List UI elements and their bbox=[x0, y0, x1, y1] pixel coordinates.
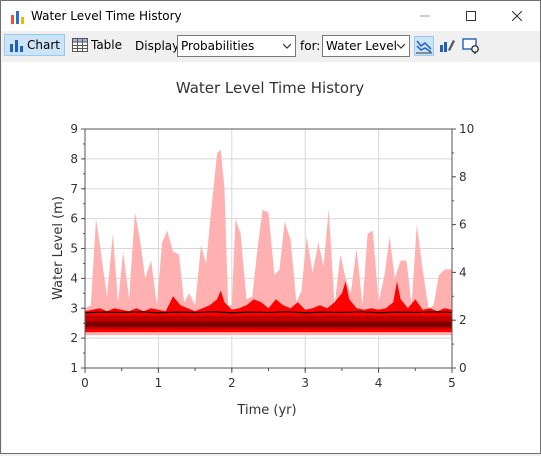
chart-view-label: Chart bbox=[27, 38, 60, 52]
for-select[interactable]: Water Level bbox=[322, 35, 410, 57]
table-view-button[interactable]: Table bbox=[68, 34, 126, 56]
probability-bands bbox=[84, 149, 453, 336]
wrench-chart-icon bbox=[440, 40, 455, 52]
y-tick-label: 8 bbox=[70, 152, 78, 166]
y-tick-label: 6 bbox=[70, 212, 78, 226]
app-chart-icon bbox=[11, 11, 24, 24]
chart-settings-button[interactable] bbox=[462, 36, 482, 56]
y2-tick-label: 0 bbox=[459, 361, 467, 375]
x-tick-label: 3 bbox=[301, 376, 309, 390]
minimize-button[interactable] bbox=[402, 1, 448, 31]
display-label: Display: bbox=[135, 39, 183, 53]
toolbar: Chart Table Display: Probabilities for: … bbox=[1, 31, 540, 61]
area-chart-icon bbox=[416, 40, 432, 54]
x-axis-label: Time (yr) bbox=[236, 403, 296, 418]
y2-tick-label: 6 bbox=[459, 218, 467, 232]
y-tick-label: 4 bbox=[70, 271, 78, 285]
bar-chart-icon bbox=[10, 39, 23, 52]
chart-view-button[interactable]: Chart bbox=[4, 34, 65, 56]
y-axis-label: Water Level (m) bbox=[51, 196, 66, 300]
y-tick-label: 7 bbox=[70, 182, 78, 196]
chart-properties-button[interactable] bbox=[438, 36, 458, 56]
maximize-icon bbox=[466, 11, 476, 21]
x-tick-label: 0 bbox=[81, 376, 89, 390]
display-select-value: Probabilities bbox=[181, 39, 255, 53]
chart-pane[interactable]: Water Level Time History 012345123456789… bbox=[2, 62, 540, 453]
minimize-icon bbox=[420, 15, 430, 17]
y-tick-label: 3 bbox=[70, 301, 78, 315]
for-label: for: bbox=[300, 39, 321, 53]
y2-tick-label: 10 bbox=[459, 122, 474, 136]
chevron-down-icon bbox=[283, 43, 291, 49]
water-level-chart[interactable]: Water Level Time History 0 1 2 3 4 5123456789… bbox=[2, 62, 540, 453]
close-button[interactable] bbox=[494, 1, 540, 31]
y-tick-label: 5 bbox=[70, 242, 78, 256]
x-tick-label: 4 bbox=[375, 376, 383, 390]
y2-tick-label: 8 bbox=[459, 170, 467, 184]
band-core bbox=[85, 321, 452, 327]
y-tick-label: 2 bbox=[70, 331, 78, 345]
x-tick-label: 5 bbox=[448, 376, 456, 390]
x-tick-label: 1 bbox=[155, 376, 163, 390]
maximize-button[interactable] bbox=[448, 1, 494, 31]
table-view-label: Table bbox=[90, 38, 122, 52]
y-tick-label: 1 bbox=[70, 361, 78, 375]
close-icon bbox=[512, 11, 522, 21]
table-icon bbox=[72, 37, 88, 52]
y2-tick-label: 4 bbox=[459, 265, 467, 279]
y-tick-label: 9 bbox=[70, 122, 78, 136]
title-bar[interactable]: Water Level Time History bbox=[1, 1, 540, 31]
y2-tick-label: 2 bbox=[459, 313, 467, 327]
for-select-value: Water Level bbox=[326, 39, 397, 53]
window-title: Water Level Time History bbox=[31, 9, 182, 23]
x-tick-label: 2 bbox=[228, 376, 236, 390]
chart-title: Water Level Time History bbox=[176, 79, 364, 97]
chevron-down-icon bbox=[397, 43, 405, 49]
chart-style-button[interactable] bbox=[414, 36, 434, 56]
settings-icon bbox=[462, 38, 479, 54]
app-window: Water Level Time History Chart Table Dis… bbox=[0, 0, 541, 454]
display-select[interactable]: Probabilities bbox=[177, 35, 296, 57]
